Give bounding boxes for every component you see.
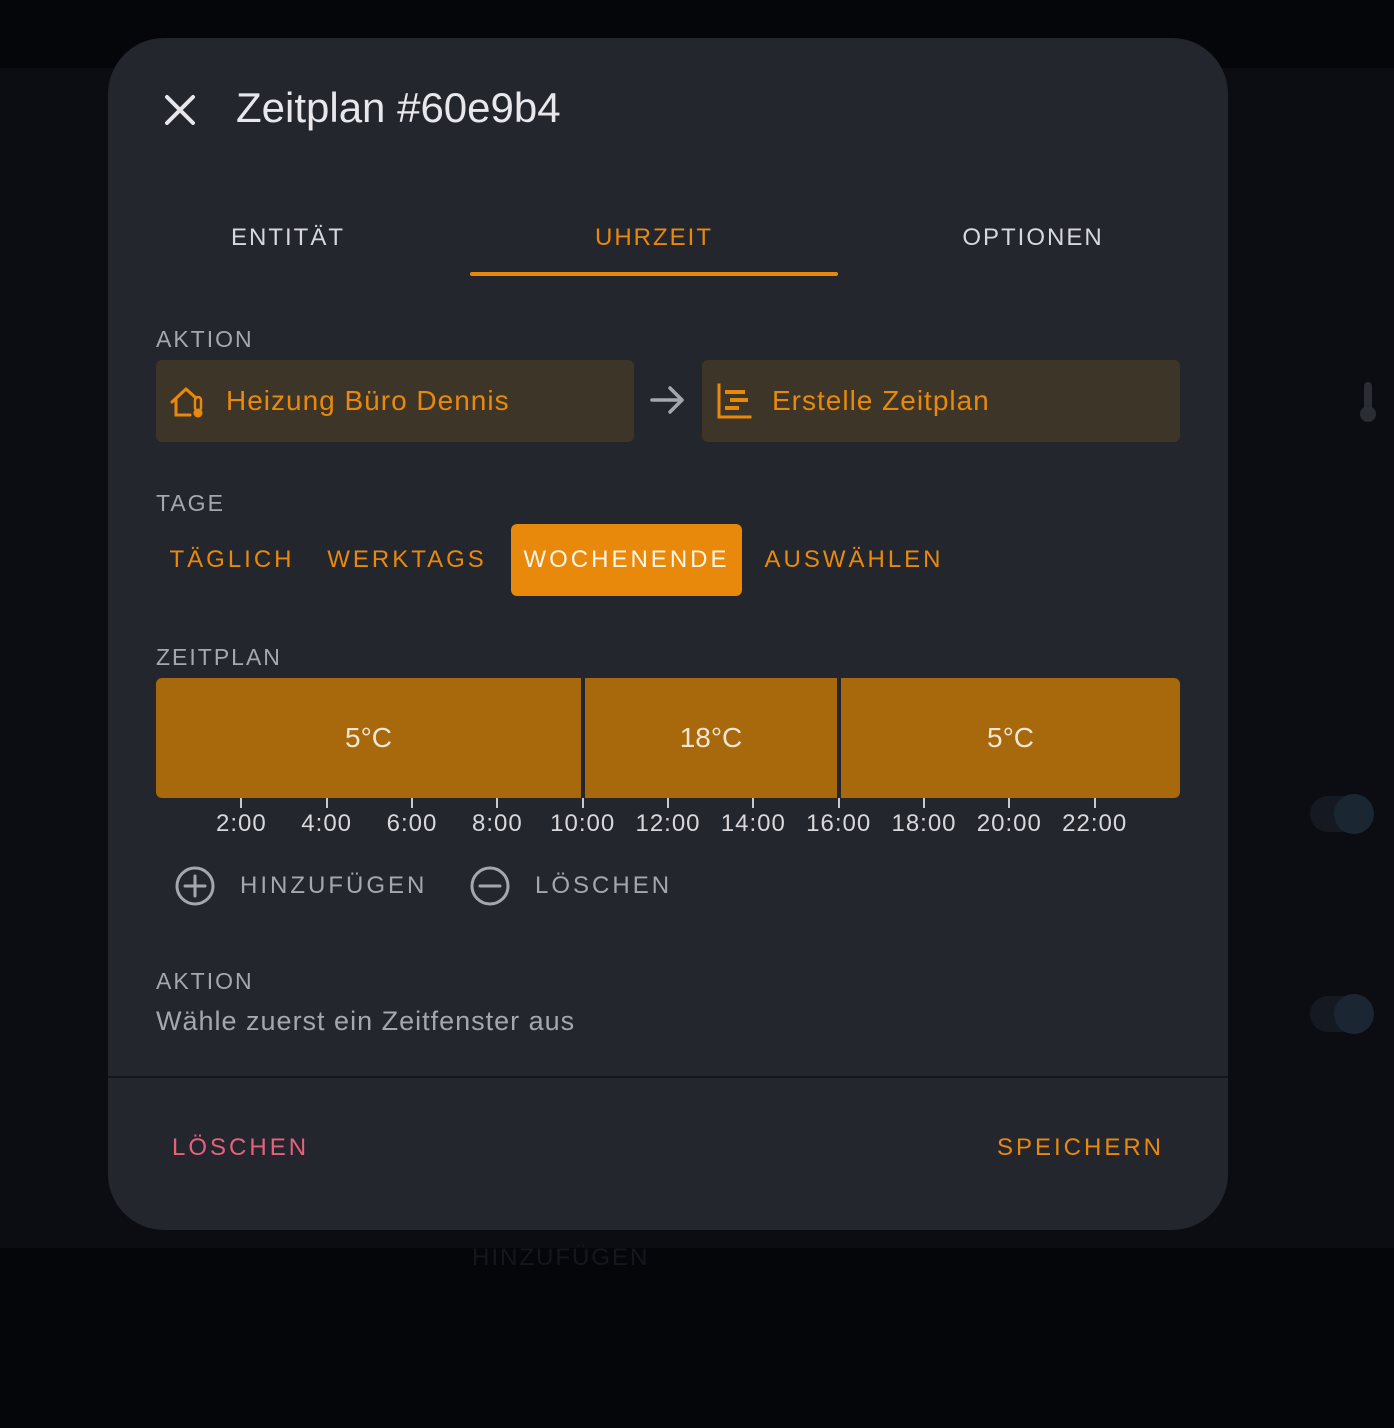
day-option-weekend[interactable]: WOCHENENDE [511,524,742,596]
close-button[interactable] [156,86,204,134]
dialog-header: Zeitplan #60e9b4 [108,38,1228,188]
day-option-daily[interactable]: TÄGLICH [156,524,308,596]
time-tick-label: 4:00 [301,810,353,837]
schedule-dialog: Zeitplan #60e9b4 ENTITÄT UHRZEIT OPTIONE… [108,38,1228,1230]
toggle-knob [1334,794,1374,834]
day-option-weekdays[interactable]: WERKTAGS [318,524,496,596]
time-tick [581,798,584,808]
background-add-label: HINZUFÜGEN [472,1244,650,1271]
time-tick [667,798,669,808]
add-timeslot-label: HINZUFÜGEN [240,872,428,899]
time-tick [752,798,755,808]
time-tick [325,798,328,808]
timeslot[interactable]: 5°C [156,678,581,798]
background-toggle [1310,994,1374,1034]
slot-action-hint: Wähle zuerst ein Zeitfenster aus [156,1006,576,1036]
slot-action-section-label: AKTION [156,968,254,994]
time-tick-label: 10:00 [550,810,616,837]
time-tick [411,798,413,808]
toggle-knob [1334,994,1374,1034]
time-tick-label: 16:00 [806,810,872,837]
time-tick-label: 6:00 [386,810,438,837]
home-thermometer-icon [170,387,203,418]
add-timeslot-button[interactable]: HINZUFÜGEN [174,856,427,916]
plus-circle-icon [175,866,215,906]
close-icon [165,95,195,125]
schedule-section-label: ZEITPLAN [156,644,282,670]
timeslot[interactable]: 18°C [585,678,837,798]
time-tick-label: 20:00 [976,810,1042,837]
service-chip[interactable]: Erstelle Zeitplan [702,360,1180,442]
service-chip-label: Erstelle Zeitplan [772,385,990,416]
days-section-label: TAGE [156,490,225,516]
time-tick-label: 22:00 [1062,810,1128,837]
tab-bar: ENTITÄT UHRZEIT OPTIONEN [108,198,1228,278]
delete-timeslot-button[interactable]: LÖSCHEN [469,856,672,916]
delete-button[interactable]: LÖSCHEN [172,1120,309,1176]
tab-time[interactable]: UHRZEIT [470,198,838,278]
footer-divider [108,1076,1228,1078]
arrow-right-icon [650,386,684,414]
time-tick-label: 12:00 [635,810,701,837]
tab-entity[interactable]: ENTITÄT [198,198,378,278]
time-tick [1093,798,1096,808]
time-axis: 2:00 4:00 6:00 8:00 10:00 12:00 14:00 16:00 18:0… [156,798,1180,858]
day-option-custom[interactable]: AUSWÄHLEN [756,524,952,596]
save-button[interactable]: SPEICHERN [997,1120,1164,1176]
time-tick [496,798,499,808]
time-tick [1008,798,1011,808]
time-tick-label: 8:00 [471,810,523,837]
dialog-title: Zeitplan #60e9b4 [236,84,561,131]
schedule-timeline: 5°C 18°C 5°C [156,678,1180,798]
tab-indicator [470,272,838,276]
action-section-label: AKTION [156,326,254,352]
calendar-schedule-icon [717,383,752,419]
timeslot[interactable]: 5°C [841,678,1180,798]
time-tick-label: 2:00 [215,810,267,837]
entity-chip-label: Heizung Büro Dennis [226,385,510,416]
time-tick [837,798,840,808]
time-tick [923,798,925,808]
thermometer-icon [1360,382,1376,422]
time-tick [240,798,243,808]
minus-circle-icon [470,866,510,906]
tab-options[interactable]: OPTIONEN [928,198,1138,278]
time-tick-label: 14:00 [720,810,786,837]
entity-chip[interactable]: Heizung Büro Dennis [156,360,634,442]
background-toggle [1310,794,1374,834]
time-tick-label: 18:00 [891,810,957,837]
delete-timeslot-label: LÖSCHEN [535,872,673,899]
